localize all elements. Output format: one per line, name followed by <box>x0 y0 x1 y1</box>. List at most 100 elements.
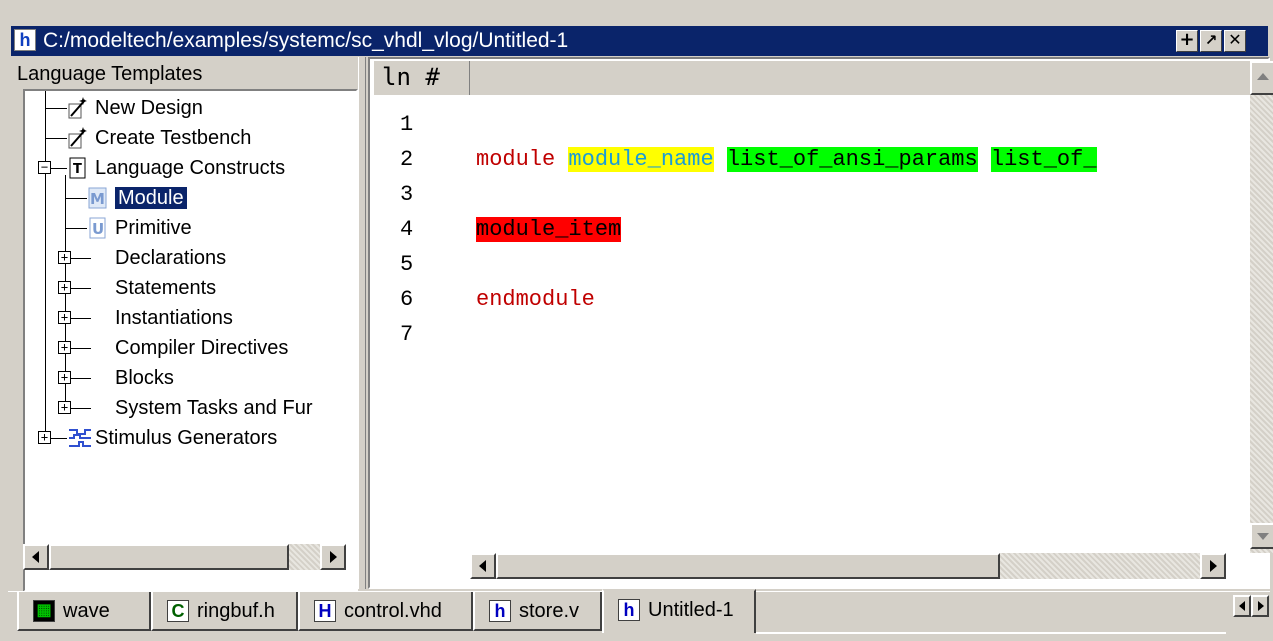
tree-item-new-design[interactable]: New Design <box>95 93 203 123</box>
svg-text:T: T <box>73 162 82 177</box>
tree-item-statements[interactable]: Statements <box>115 273 216 303</box>
tree-item-label: Compiler Directives <box>115 337 289 359</box>
token-green: list_of_ <box>990 147 1097 172</box>
tab-label: wave <box>63 600 110 622</box>
expand-icon[interactable]: + <box>58 311 71 324</box>
tree-item-stimulus-generators[interactable]: Stimulus Generators <box>95 423 277 453</box>
tab-label: ringbuf.h <box>197 600 275 622</box>
scroll-up-button[interactable] <box>1250 61 1273 95</box>
scroll-thumb[interactable] <box>49 544 289 570</box>
vhdl-file-icon: H <box>314 600 336 622</box>
close-button[interactable]: ✕ <box>1224 30 1246 52</box>
tree-item-instantiations[interactable]: Instantiations <box>115 303 233 333</box>
code-line[interactable]: module module_name list_of_ansi_params l… <box>476 146 1250 174</box>
tree-item-label: New Design <box>95 97 203 119</box>
scroll-left-button[interactable] <box>23 544 49 570</box>
editor-header-bar <box>470 61 1256 95</box>
tree-item-label: Instantiations <box>115 307 233 329</box>
tree-item-create-testbench[interactable]: Create Testbench <box>95 123 251 153</box>
tree-item-primitive[interactable]: Primitive <box>115 213 192 243</box>
title-bar[interactable]: h C:/modeltech/examples/systemc/sc_vhdl_… <box>11 26 1268 56</box>
editor-hscrollbar[interactable] <box>470 553 1226 579</box>
module-icon: M <box>87 186 109 210</box>
tree-hscrollbar[interactable] <box>23 544 346 570</box>
line-number: 4 <box>400 217 414 242</box>
wand-icon <box>67 96 89 120</box>
tree-item-label: Language Constructs <box>95 157 286 179</box>
svg-text:M: M <box>90 190 105 208</box>
c-file-icon: C <box>167 600 189 622</box>
token-kw: module <box>476 147 556 172</box>
expand-icon[interactable]: + <box>38 431 51 444</box>
tree-item-label: Statements <box>115 277 217 299</box>
expand-icon[interactable]: + <box>58 371 71 384</box>
token-kw: endmodule <box>476 287 595 312</box>
expand-icon[interactable]: + <box>58 401 71 414</box>
wave-icon: ▦ <box>33 600 55 622</box>
scroll-right-button[interactable] <box>320 544 346 570</box>
scroll-thumb[interactable] <box>496 553 1000 579</box>
tree-item-label: System Tasks and Fur <box>115 397 313 419</box>
tree-item-label: Declarations <box>115 247 227 269</box>
window-title: C:/modeltech/examples/systemc/sc_vhdl_vl… <box>43 29 569 52</box>
document-tabbar: ▦ wave Cringbuf.h Hcontrol.vhd h store.v h Unti… <box>0 589 1273 641</box>
template-icon: T <box>67 156 89 180</box>
dock-button[interactable]: + <box>1176 30 1198 52</box>
scroll-left-button[interactable] <box>470 553 496 579</box>
scroll-down-button[interactable] <box>1250 523 1273 549</box>
app-icon: h <box>14 29 36 51</box>
tab-scroll-left-button[interactable] <box>1233 595 1251 617</box>
pane-header: Language Templates <box>17 63 203 85</box>
undock-button[interactable]: ↗ <box>1200 30 1222 52</box>
tab-wave[interactable]: ▦ wave <box>17 592 151 631</box>
tree-item-label: Primitive <box>115 217 192 239</box>
primitive-icon: U <box>87 216 109 240</box>
line-number: 2 <box>400 147 414 172</box>
tab-untitled-1[interactable]: h Untitled-1 <box>602 589 756 633</box>
line-number: 5 <box>400 252 414 277</box>
scroll-right-button[interactable] <box>1200 553 1226 579</box>
token-name: module_name <box>568 147 714 172</box>
tab-label: store.v <box>519 600 580 622</box>
tree-item-label: Stimulus Generators <box>95 427 278 449</box>
tree-item-compiler-directives[interactable]: Compiler Directives <box>115 333 288 363</box>
tree-item-declarations[interactable]: Declarations <box>115 243 226 273</box>
tree-item-system-tasks-and-fur[interactable]: System Tasks and Fur <box>115 393 312 423</box>
editor-vscrollbar[interactable] <box>1250 61 1273 553</box>
expand-icon[interactable]: + <box>58 281 71 294</box>
tree-item-label: Create Testbench <box>95 127 252 149</box>
language-templates-pane: Language Templates New Design Create Test… <box>11 57 358 592</box>
tab-store-v[interactable]: h store.v <box>473 592 602 631</box>
collapse-icon[interactable]: − <box>38 161 51 174</box>
tree-item-label: Module <box>115 187 187 209</box>
tree-item-label: Blocks <box>115 367 174 389</box>
tab-scroll-buttons[interactable] <box>1233 595 1269 621</box>
template-tree: New Design Create Testbench − T Language Con… <box>23 89 358 592</box>
source-editor[interactable]: ln # 1 2 module module_name list_of_ansi_p… <box>368 57 1273 589</box>
line-number: 6 <box>400 287 414 312</box>
expand-icon[interactable]: + <box>58 341 71 354</box>
tree-line <box>45 108 67 109</box>
tab-ringbuf-h[interactable]: Cringbuf.h <box>151 592 298 631</box>
tree-item-module[interactable]: Module <box>115 183 187 213</box>
tab-label: control.vhd <box>344 600 442 622</box>
tree-line <box>45 138 67 139</box>
line-number: 3 <box>400 182 414 207</box>
svg-text:U: U <box>92 220 104 238</box>
line-number: 7 <box>400 322 414 347</box>
expand-icon[interactable]: + <box>58 251 71 264</box>
tab-scroll-right-button[interactable] <box>1251 595 1269 617</box>
tree-item-language-constructs[interactable]: Language Constructs <box>95 153 285 183</box>
code-line[interactable]: endmodule <box>476 286 1250 314</box>
tree-item-blocks[interactable]: Blocks <box>115 363 174 393</box>
code-line[interactable]: module_item <box>476 216 1250 244</box>
stimulus-icon <box>67 426 93 450</box>
tree-line <box>65 198 87 199</box>
window-titlebar: h C:/modeltech/examples/systemc/sc_vhdl_… <box>0 0 1273 59</box>
line-number-header: ln # <box>374 61 470 95</box>
pane-splitter[interactable] <box>358 57 366 589</box>
tab-control-vhd[interactable]: Hcontrol.vhd <box>298 592 473 631</box>
